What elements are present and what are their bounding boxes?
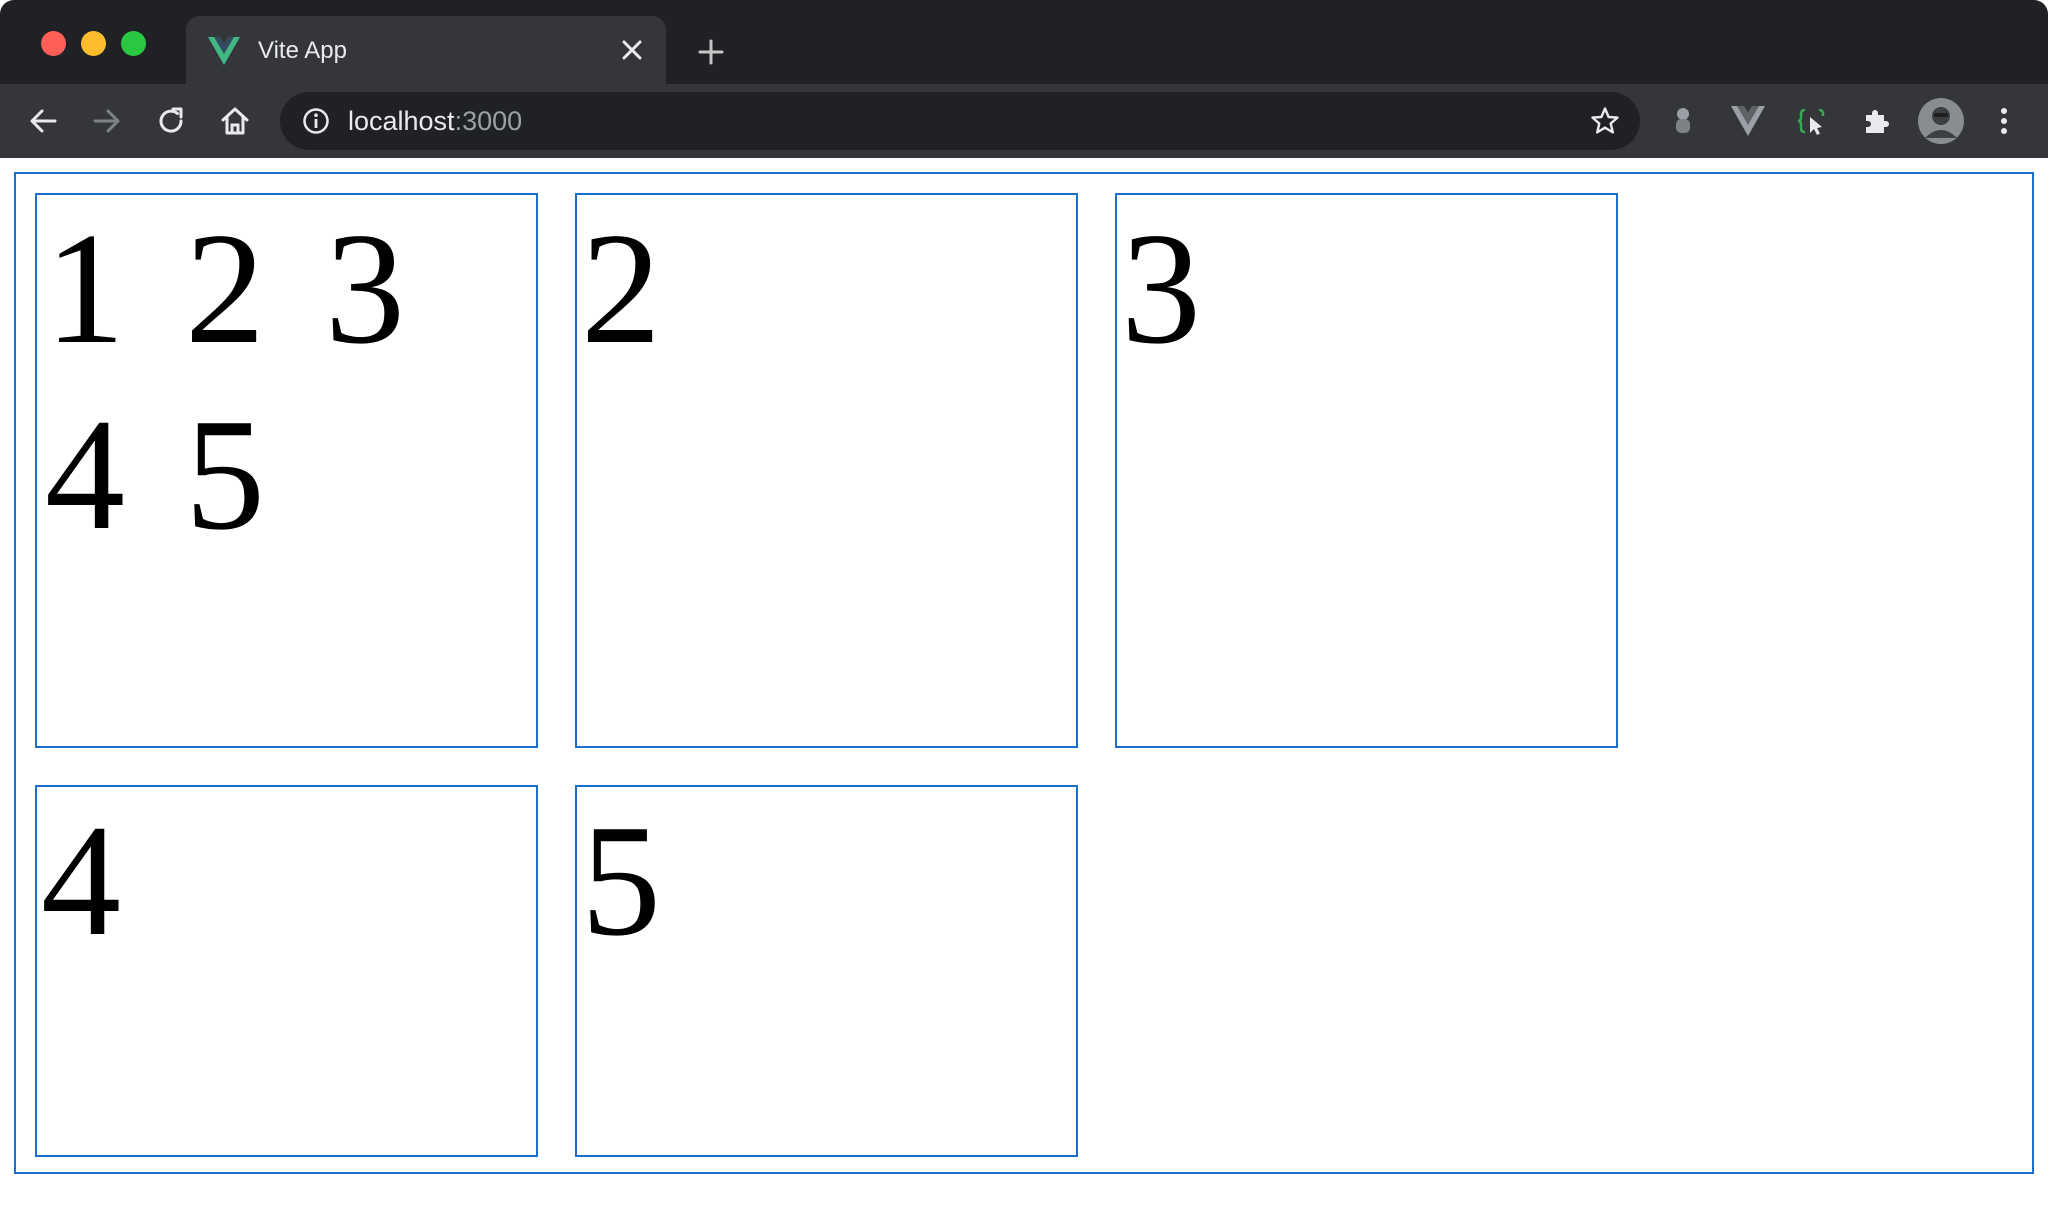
browser-window: Vite App localhost:3000 1 2 3 4 5 2 3 4 …: [0, 0, 2048, 1230]
extension-puppet-icon[interactable]: [1663, 101, 1703, 141]
extensions-puzzle-icon[interactable]: [1856, 101, 1896, 141]
url-port: :3000: [454, 106, 523, 136]
url-text[interactable]: localhost:3000: [348, 106, 522, 136]
grid-container: 1 2 3 4 5 2 3 4 5: [14, 172, 2034, 1174]
grid-cell-5: 5: [575, 785, 1078, 1157]
profile-avatar[interactable]: [1917, 97, 1965, 145]
reload-icon[interactable]: [151, 101, 191, 141]
grid-cell-text: 3: [1121, 199, 1201, 377]
address-bar[interactable]: localhost:3000: [280, 92, 1640, 150]
home-icon[interactable]: [215, 101, 255, 141]
site-info-icon[interactable]: [302, 107, 330, 135]
url-host: localhost: [348, 106, 455, 136]
grid-cell-2: 2: [575, 193, 1078, 748]
window-minimize-button[interactable]: [81, 31, 106, 56]
tab-title: Vite App: [258, 37, 347, 64]
selector-extension-icon[interactable]: [1792, 101, 1832, 141]
grid-cell-text: 2: [581, 199, 661, 377]
grid-cell-text: 4: [41, 791, 121, 969]
grid-cell-text: 1 2 3 4 5: [45, 199, 405, 563]
forward-arrow-icon[interactable]: [87, 101, 127, 141]
back-arrow-icon[interactable]: [23, 101, 63, 141]
window-maximize-button[interactable]: [121, 31, 146, 56]
grid-cell-4: 4: [35, 785, 538, 1157]
close-tab-icon[interactable]: [618, 36, 646, 64]
new-tab-icon[interactable]: [693, 34, 729, 70]
tab-strip: Vite App: [0, 0, 2048, 84]
bookmark-star-icon[interactable]: [1590, 106, 1620, 136]
vue-devtools-extension-icon[interactable]: [1728, 101, 1768, 141]
grid-cell-text: 5: [581, 791, 661, 969]
window-close-button[interactable]: [41, 31, 66, 56]
grid-cell-1: 1 2 3 4 5: [35, 193, 538, 748]
more-menu-icon[interactable]: [1984, 101, 2024, 141]
browser-toolbar: localhost:3000: [0, 84, 2048, 158]
grid-cell-3: 3: [1115, 193, 1618, 748]
vue-logo-icon: [208, 37, 240, 65]
page-viewport: 1 2 3 4 5 2 3 4 5: [0, 158, 2048, 1230]
tab-vite-app[interactable]: Vite App: [186, 16, 666, 84]
